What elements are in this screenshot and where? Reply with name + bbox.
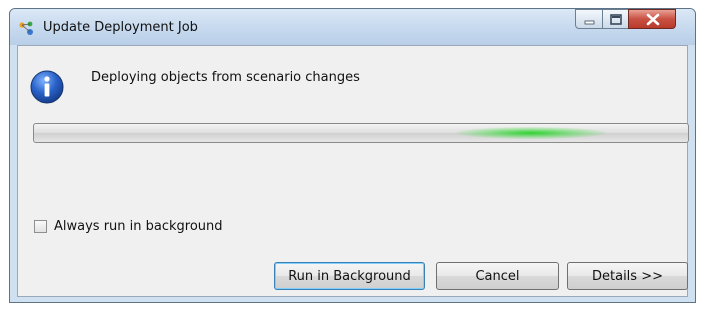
checkbox-label[interactable]: Always run in background [54, 219, 223, 234]
close-icon [646, 13, 660, 26]
cancel-button[interactable]: Cancel [436, 262, 559, 290]
progress-bar [33, 123, 689, 143]
details-button[interactable]: Details >> [567, 262, 688, 290]
progress-indicator [456, 127, 606, 139]
always-run-in-background-checkbox[interactable] [34, 220, 47, 233]
close-button[interactable] [628, 9, 676, 29]
window-title: Update Deployment Job [43, 20, 198, 35]
app-icon [19, 21, 33, 35]
minimize-icon [584, 20, 595, 25]
maximize-button[interactable] [602, 9, 629, 29]
info-icon [30, 70, 64, 104]
dialog-body: Deploying objects from scenario changes … [17, 45, 689, 297]
minimize-button[interactable] [575, 9, 603, 29]
maximize-icon [610, 14, 622, 25]
dialog-window: Update Deployment Job Deploying objects … [9, 8, 696, 303]
title-bar[interactable]: Update Deployment Job [10, 9, 695, 45]
status-message: Deploying objects from scenario changes [91, 70, 360, 85]
run-in-background-button[interactable]: Run in Background [274, 262, 425, 290]
